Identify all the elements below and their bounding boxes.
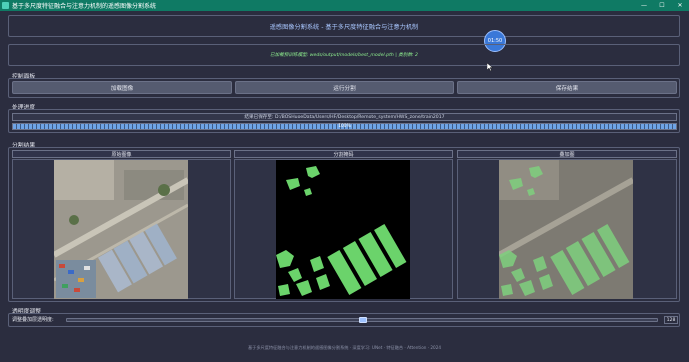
progress-bar: 100% bbox=[12, 123, 677, 130]
close-button[interactable]: ✕ bbox=[671, 0, 689, 11]
load-image-button[interactable]: 加载图像 bbox=[12, 81, 232, 94]
footer-text: 基于多尺度特征融合与注意力机制的遥感图像分割系统 · 深度学习: UNet · … bbox=[247, 345, 442, 350]
mask-title: 分割掩码 bbox=[234, 150, 453, 158]
window-titlebar: 基于多尺度特征融合与注意力机制的遥感图像分割系统 — ☐ ✕ bbox=[0, 0, 689, 11]
model-status-text: 已加载预训练模型: weds/output/models/best_model.… bbox=[270, 53, 418, 58]
opacity-slider-label: 调整叠加层透明度: bbox=[12, 317, 54, 323]
result-path-field: 结果已保存至: D:/BOSHuoeData/Users/HF/Desktop/… bbox=[12, 113, 677, 121]
opacity-value-field[interactable]: 128 bbox=[664, 316, 678, 324]
minimize-button[interactable]: — bbox=[635, 0, 653, 11]
overlay-image bbox=[499, 160, 633, 299]
model-status-panel: 已加载预训练模型: weds/output/models/best_model.… bbox=[8, 44, 680, 66]
opacity-slider-handle[interactable] bbox=[359, 317, 367, 323]
window-title: 基于多尺度特征融合与注意力机制的遥感图像分割系统 bbox=[12, 3, 157, 10]
progress-percent: 100% bbox=[338, 124, 351, 129]
mouse-cursor-icon bbox=[487, 63, 493, 71]
window-controls: — ☐ ✕ bbox=[635, 0, 689, 11]
header-panel: 遥感图像分割系统 - 基于多尺度特征融合与注意力机制 bbox=[8, 15, 680, 37]
maximize-button[interactable]: ☐ bbox=[653, 0, 671, 11]
opacity-slider[interactable] bbox=[66, 317, 658, 323]
page-title: 遥感图像分割系统 - 基于多尺度特征融合与注意力机制 bbox=[269, 23, 419, 31]
overlay-title: 叠加图 bbox=[457, 150, 677, 158]
save-result-button[interactable]: 保存结果 bbox=[457, 81, 677, 94]
run-segmentation-button[interactable]: 运行分割 bbox=[235, 81, 454, 94]
original-image bbox=[54, 160, 188, 299]
segmentation-mask-image bbox=[276, 160, 410, 299]
original-image-title: 原始图像 bbox=[12, 150, 231, 158]
app-icon bbox=[2, 2, 9, 9]
